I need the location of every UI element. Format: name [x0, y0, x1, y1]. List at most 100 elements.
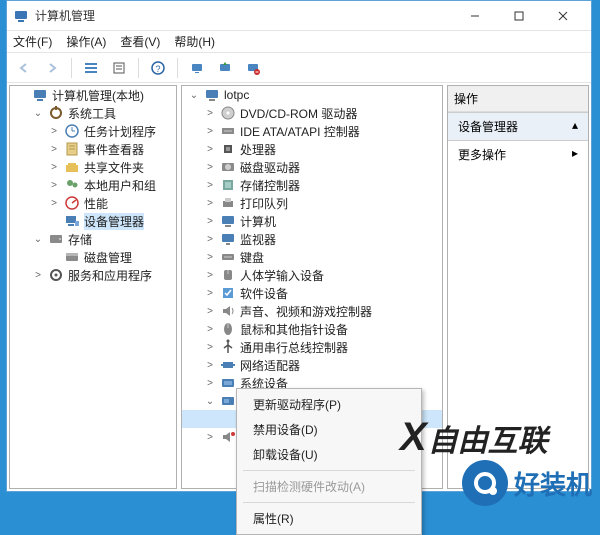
- show-tree-button[interactable]: [80, 57, 102, 79]
- left-tree-label: 性能: [84, 195, 108, 212]
- device-tree-row[interactable]: ⌄lotpc: [182, 86, 442, 104]
- left-tree-row[interactable]: ⌄存储: [10, 230, 176, 248]
- storage-icon: [48, 231, 64, 247]
- device-tree-row[interactable]: > 软件设备: [182, 284, 442, 302]
- device-tree-row[interactable]: > 磁盘驱动器: [182, 158, 442, 176]
- expand-icon[interactable]: >: [204, 198, 216, 209]
- left-tree-row[interactable]: > 服务和应用程序: [10, 266, 176, 284]
- uninstall-button[interactable]: [242, 57, 264, 79]
- event-icon: [64, 141, 80, 157]
- left-tree-label: 服务和应用程序: [68, 267, 152, 284]
- context-menu-item[interactable]: 属性(R): [239, 506, 419, 531]
- maximize-button[interactable]: [497, 2, 541, 30]
- expand-icon[interactable]: >: [204, 288, 216, 299]
- chevron-right-icon: ▸: [572, 146, 578, 160]
- device-tree-row[interactable]: >声音、视频和游戏控制器: [182, 302, 442, 320]
- left-tree-row[interactable]: 计算机管理(本地): [10, 86, 176, 104]
- device-tree-row[interactable]: >打印队列: [182, 194, 442, 212]
- expand-icon[interactable]: >: [204, 108, 216, 119]
- expand-icon[interactable]: >: [48, 198, 60, 209]
- collapse-icon[interactable]: ⌄: [204, 396, 216, 407]
- monitor-icon: [220, 231, 236, 247]
- left-tree-row[interactable]: >事件查看器: [10, 140, 176, 158]
- device-tree-row[interactable]: >鼠标和其他指针设备: [182, 320, 442, 338]
- titlebar: 计算机管理: [7, 1, 591, 31]
- device-tree-row[interactable]: >存储控制器: [182, 176, 442, 194]
- device-tree-label: 计算机: [240, 213, 276, 230]
- device-tree-row[interactable]: >键盘: [182, 248, 442, 266]
- expand-icon[interactable]: >: [204, 252, 216, 263]
- menu-separator: [243, 470, 415, 471]
- device-tree-row[interactable]: >通用串行总线控制器: [182, 338, 442, 356]
- expand-icon[interactable]: >: [32, 270, 44, 281]
- menu-file[interactable]: 文件(F): [13, 33, 52, 50]
- expand-icon[interactable]: >: [204, 360, 216, 371]
- expand-icon[interactable]: >: [204, 432, 216, 443]
- device-tree-row[interactable]: > 计算机: [182, 212, 442, 230]
- expand-icon[interactable]: >: [204, 162, 216, 173]
- collapse-icon[interactable]: ⌄: [32, 234, 44, 245]
- actions-more[interactable]: 更多操作 ▸: [448, 141, 588, 168]
- expand-icon[interactable]: >: [204, 324, 216, 335]
- tools-icon: [48, 105, 64, 121]
- services-icon: [48, 267, 64, 283]
- expand-icon[interactable]: >: [204, 234, 216, 245]
- properties-button[interactable]: [108, 57, 130, 79]
- print-icon: [220, 195, 236, 211]
- left-tree-row[interactable]: >任务计划程序: [10, 122, 176, 140]
- context-menu-item[interactable]: 更新驱动程序(P): [239, 392, 419, 417]
- left-tree-label: 本地用户和组: [84, 177, 156, 194]
- expand-icon[interactable]: >: [204, 378, 216, 389]
- toolbar: ?: [7, 53, 591, 83]
- minimize-button[interactable]: [453, 2, 497, 30]
- expand-icon[interactable]: >: [48, 162, 60, 173]
- context-menu[interactable]: 更新驱动程序(P)禁用设备(D)卸载设备(U)扫描检测硬件改动(A)属性(R): [236, 388, 422, 535]
- context-menu-item[interactable]: 禁用设备(D): [239, 417, 419, 442]
- left-tree-row[interactable]: > 本地用户和组: [10, 176, 176, 194]
- close-button[interactable]: [541, 2, 585, 30]
- expand-icon[interactable]: >: [204, 270, 216, 281]
- device-tree-label: 软件设备: [240, 285, 288, 302]
- device-tree-row[interactable]: >人体学输入设备: [182, 266, 442, 284]
- device-tree-row[interactable]: >IDE ATA/ATAPI 控制器: [182, 122, 442, 140]
- left-tree-row[interactable]: 设备管理器: [10, 212, 176, 230]
- device-tree-row[interactable]: >网络适配器: [182, 356, 442, 374]
- device-tree-label: 磁盘驱动器: [240, 159, 300, 176]
- left-tree-row[interactable]: 磁盘管理: [10, 248, 176, 266]
- expand-icon[interactable]: >: [204, 180, 216, 191]
- menu-view[interactable]: 查看(V): [120, 33, 160, 50]
- device-tree-label: 监视器: [240, 231, 276, 248]
- collapse-icon[interactable]: ⌄: [188, 90, 200, 101]
- context-menu-item[interactable]: 卸载设备(U): [239, 442, 419, 467]
- left-tree-row[interactable]: ⌄ 系统工具: [10, 104, 176, 122]
- left-tree-panel[interactable]: 计算机管理(本地)⌄系统工具>任务计划程序>事件查看器>共享文件夹>本地用户和组…: [9, 85, 177, 489]
- left-tree-label: 系统工具: [68, 105, 116, 122]
- expand-icon[interactable]: >: [48, 180, 60, 191]
- device-tree-row[interactable]: > 监视器: [182, 230, 442, 248]
- collapse-icon[interactable]: ⌄: [32, 108, 44, 119]
- actions-section[interactable]: 设备管理器 ▴: [448, 112, 588, 141]
- expand-icon[interactable]: >: [48, 126, 60, 137]
- menu-action[interactable]: 操作(A): [66, 33, 106, 50]
- device-tree-row[interactable]: >DVD/CD-ROM 驱动器: [182, 104, 442, 122]
- expand-icon[interactable]: >: [204, 216, 216, 227]
- update-button[interactable]: [214, 57, 236, 79]
- menu-separator: [243, 502, 415, 503]
- help-button[interactable]: ?: [147, 57, 169, 79]
- scan-button[interactable]: [186, 57, 208, 79]
- expand-icon[interactable]: >: [48, 144, 60, 155]
- device-tree-row[interactable]: >处理器: [182, 140, 442, 158]
- sched-icon: [64, 123, 80, 139]
- left-tree-row[interactable]: >共享文件夹: [10, 158, 176, 176]
- expand-icon[interactable]: >: [204, 342, 216, 353]
- actions-header: 操作: [448, 86, 588, 112]
- expand-icon[interactable]: >: [204, 144, 216, 155]
- usb-icon: [220, 339, 236, 355]
- menu-help[interactable]: 帮助(H): [174, 33, 215, 50]
- back-button[interactable]: [13, 57, 35, 79]
- expand-icon[interactable]: >: [204, 126, 216, 137]
- forward-button[interactable]: [41, 57, 63, 79]
- left-tree-row[interactable]: > 性能: [10, 194, 176, 212]
- expand-icon[interactable]: >: [204, 306, 216, 317]
- diskdrv-icon: [220, 159, 236, 175]
